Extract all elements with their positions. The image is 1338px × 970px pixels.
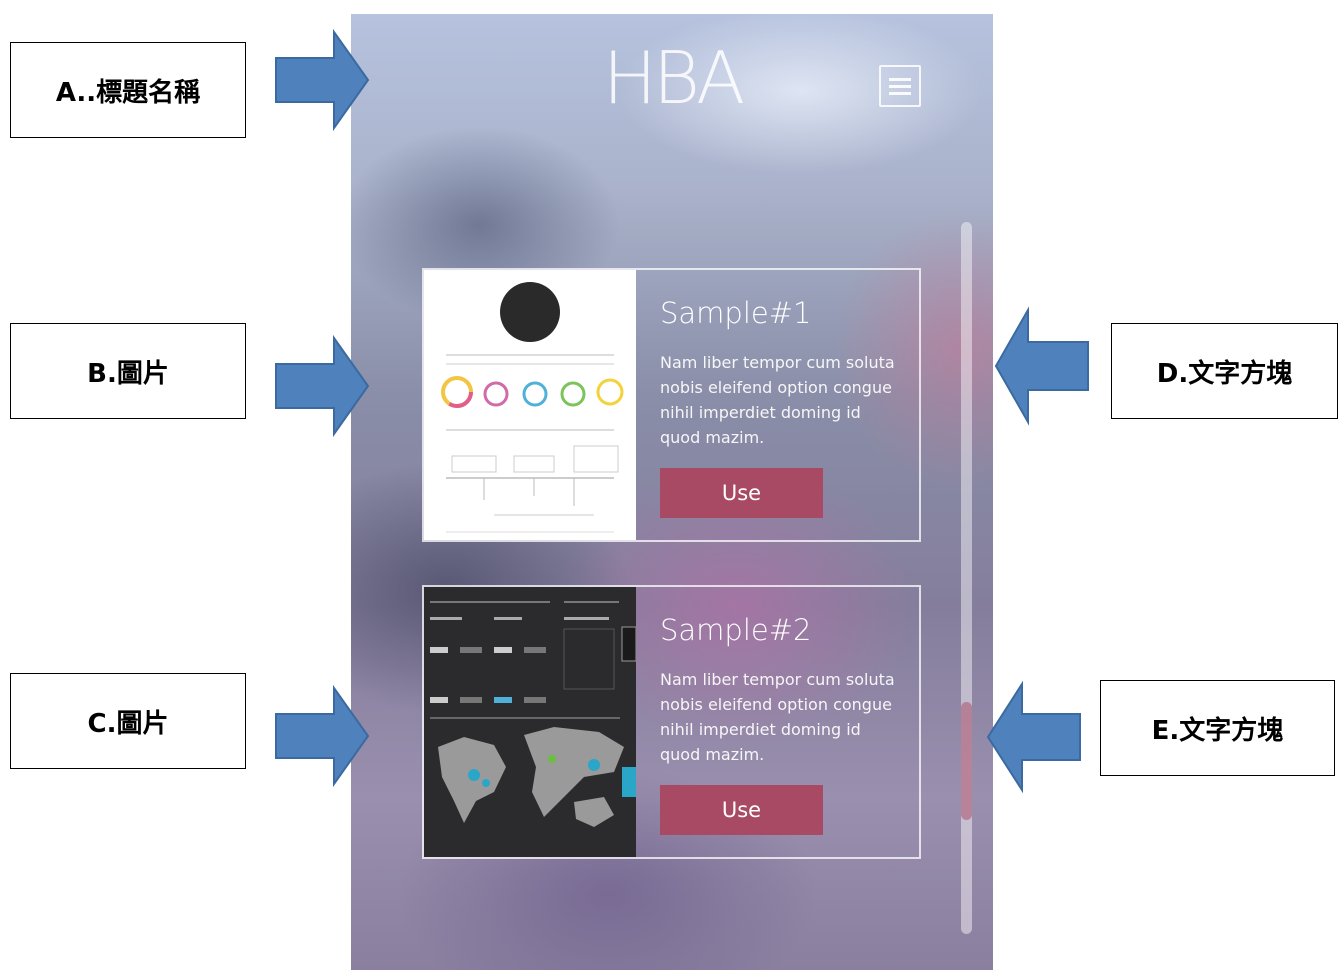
annotation-d: D.文字方塊 bbox=[1111, 323, 1338, 419]
arrow-left-icon bbox=[994, 306, 1089, 426]
annotation-c: C.圖片 bbox=[10, 673, 246, 769]
card-text-block-2: Sample#2 Nam liber tempor cum soluta nob… bbox=[660, 613, 901, 767]
list-menu-icon[interactable] bbox=[879, 65, 921, 107]
card-description: Nam liber tempor cum soluta nobis eleife… bbox=[660, 670, 895, 764]
sample-thumbnail-2 bbox=[424, 587, 636, 857]
scrollbar-thumb[interactable] bbox=[961, 702, 972, 820]
arrow-left-icon bbox=[986, 680, 1081, 794]
annotation-b: B.圖片 bbox=[10, 323, 246, 419]
arrow-right-icon bbox=[275, 334, 370, 438]
scrollbar-track[interactable] bbox=[961, 222, 972, 934]
sample-card-1: Sample#1 Nam liber tempor cum soluta nob… bbox=[422, 268, 921, 542]
annotation-a: A..標題名稱 bbox=[10, 42, 246, 138]
annotation-e: E.文字方塊 bbox=[1100, 680, 1335, 776]
arrow-right-icon bbox=[275, 684, 370, 788]
use-button[interactable]: Use bbox=[660, 785, 823, 835]
card-text-block-1: Sample#1 Nam liber tempor cum soluta nob… bbox=[660, 296, 901, 450]
sample-card-2: Sample#2 Nam liber tempor cum soluta nob… bbox=[422, 585, 921, 859]
card-description: Nam liber tempor cum soluta nobis eleife… bbox=[660, 353, 895, 447]
use-button[interactable]: Use bbox=[660, 468, 823, 518]
phone-screen: HBA Sample#1 Nam liber tempor cum soluta… bbox=[351, 14, 993, 970]
arrow-right-icon bbox=[275, 28, 370, 132]
card-title: Sample#1 bbox=[660, 296, 812, 330]
card-title: Sample#2 bbox=[660, 613, 812, 647]
sample-thumbnail-1 bbox=[424, 270, 636, 540]
